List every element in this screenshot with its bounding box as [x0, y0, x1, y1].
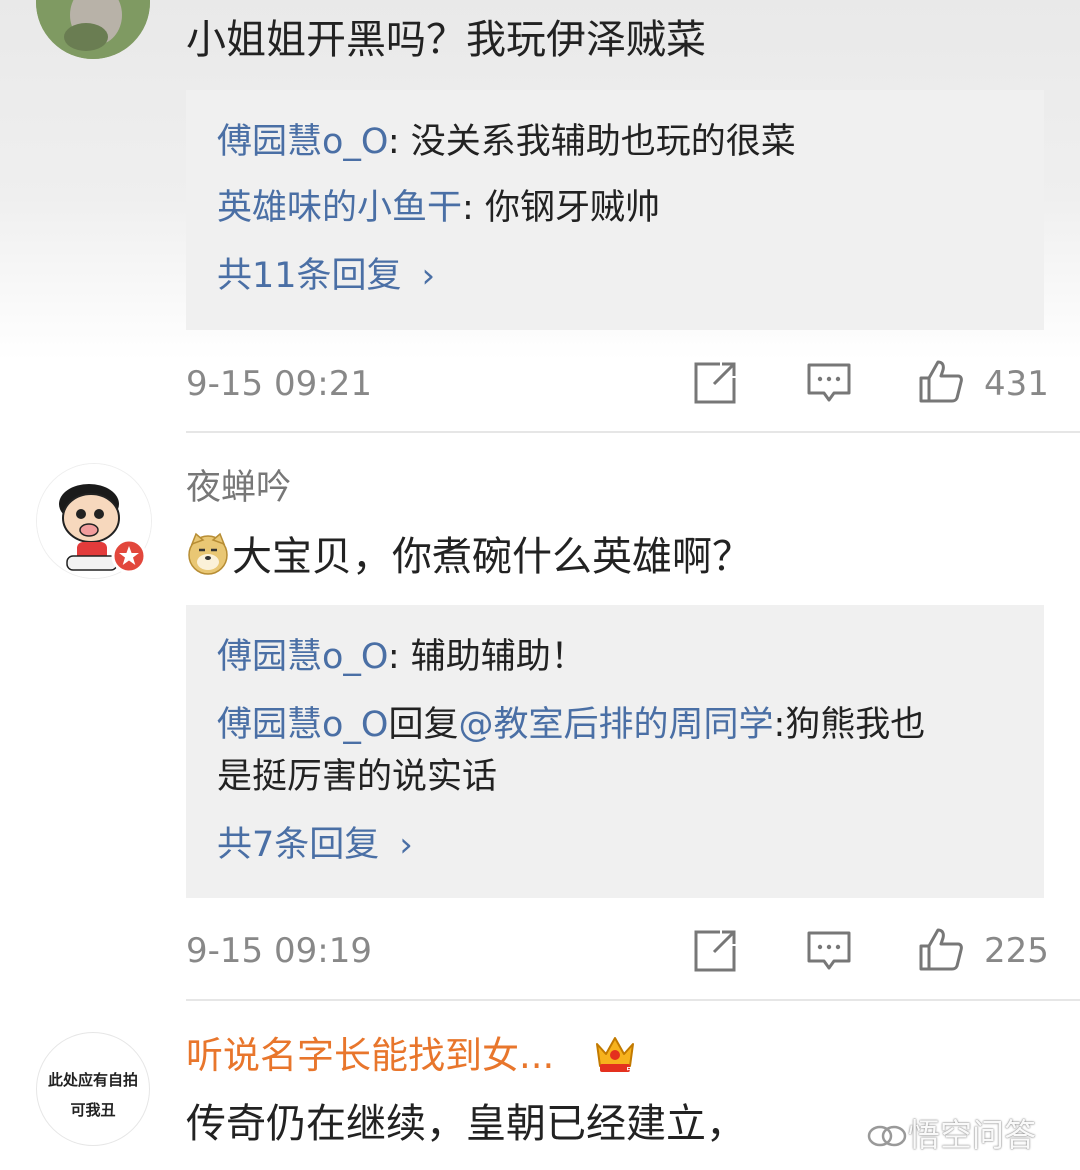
reply-line-continued: 是挺厉害的说实话 — [217, 751, 497, 803]
share-icon[interactable] — [692, 928, 738, 974]
reply-line[interactable]: 英雄味的小鱼干: 你钢牙贼帅 — [217, 182, 660, 234]
username[interactable]: 夜蝉吟 — [186, 466, 291, 510]
reply-separator: : — [387, 122, 411, 162]
reply-text: 狗熊我也 — [785, 705, 926, 745]
view-more-replies-link[interactable]: 共7条回复 › — [217, 819, 413, 871]
reply-author-link[interactable]: 英雄味的小鱼干 — [217, 188, 462, 228]
chevron-right-icon: › — [399, 825, 413, 865]
reply-line[interactable]: 傅园慧o_O回复@教室后排的周同学:狗熊我也 — [217, 699, 925, 751]
comment-icon[interactable] — [806, 928, 852, 974]
reply-separator: : — [387, 637, 411, 677]
reply-text: 是挺厉害的说实话 — [217, 757, 498, 797]
reply-author-link[interactable]: 傅园慧o_O — [217, 122, 388, 162]
watermark: 悟空问答 — [866, 1113, 1036, 1157]
avatar[interactable]: 此处应有自拍 可我丑 — [36, 1032, 150, 1146]
reply-text: 你钢牙贼帅 — [484, 188, 660, 228]
share-icon[interactable] — [692, 360, 738, 406]
comment-body: 大宝贝，你煮碗什么英雄啊？ — [232, 534, 752, 580]
watermark-logo-icon — [867, 1125, 907, 1147]
reply-author-link[interactable]: 傅园慧o_O — [217, 637, 388, 677]
view-more-replies-link[interactable]: 共11条回复 › — [217, 250, 435, 302]
crown-vip-icon: 5 — [596, 1037, 634, 1076]
more-replies-label: 共7条回复 — [217, 825, 380, 865]
verified-badge-icon — [111, 538, 147, 574]
reply-text: 没关系我辅助也玩的很菜 — [410, 122, 796, 162]
doge-emoji-icon — [188, 532, 228, 575]
comment-text: 小姐姐开黑吗？我玩伊泽贼菜 — [186, 17, 706, 63]
vip-username[interactable]: 听说名字长能找到女... — [186, 1034, 554, 1078]
reply-box[interactable]: 傅园慧o_O: 没关系我辅助也玩的很菜 英雄味的小鱼干: 你钢牙贼帅 共11条回… — [186, 90, 1044, 330]
comment-timestamp: 9-15 09:21 — [186, 364, 372, 404]
reply-line[interactable]: 傅园慧o_O: 没关系我辅助也玩的很菜 — [217, 116, 796, 168]
more-replies-label: 共11条回复 — [217, 256, 402, 296]
watermark-text: 悟空问答 — [908, 1116, 1037, 1154]
comment-text: 大宝贝，你煮碗什么英雄啊？ — [186, 532, 752, 581]
reply-text: 辅助辅助！ — [410, 637, 586, 677]
avatar-text-line: 此处应有自拍 — [47, 1071, 138, 1089]
comment-timestamp: 9-15 09:19 — [186, 931, 372, 971]
like-count: 431 — [984, 364, 1049, 404]
divider — [186, 431, 1080, 433]
reply-line[interactable]: 傅园慧o_O: 辅助辅助！ — [217, 631, 586, 683]
divider — [186, 999, 1080, 1001]
reply-keyword: 回复 — [388, 705, 459, 745]
svg-text:5: 5 — [626, 1066, 632, 1076]
chevron-right-icon: › — [421, 256, 436, 296]
like-count: 225 — [984, 931, 1049, 971]
reply-box[interactable]: 傅园慧o_O: 辅助辅助！ 傅园慧o_O回复@教室后排的周同学:狗熊我也 是挺厉… — [186, 605, 1044, 898]
comment-text: 传奇仍在继续，皇朝已经建立， — [186, 1101, 746, 1147]
avatar-text-line: 可我丑 — [70, 1101, 116, 1119]
reply-author-link[interactable]: 傅园慧o_O — [217, 705, 388, 745]
reply-separator: : — [773, 705, 786, 745]
thumbs-up-icon[interactable] — [918, 926, 964, 972]
thumbs-up-icon[interactable] — [918, 358, 964, 404]
avatar-text: 此处应有自拍 可我丑 — [37, 1065, 149, 1125]
comment-icon[interactable] — [806, 360, 852, 406]
mention-link[interactable]: @教室后排的周同学 — [458, 705, 773, 745]
reply-separator: : — [462, 188, 485, 228]
